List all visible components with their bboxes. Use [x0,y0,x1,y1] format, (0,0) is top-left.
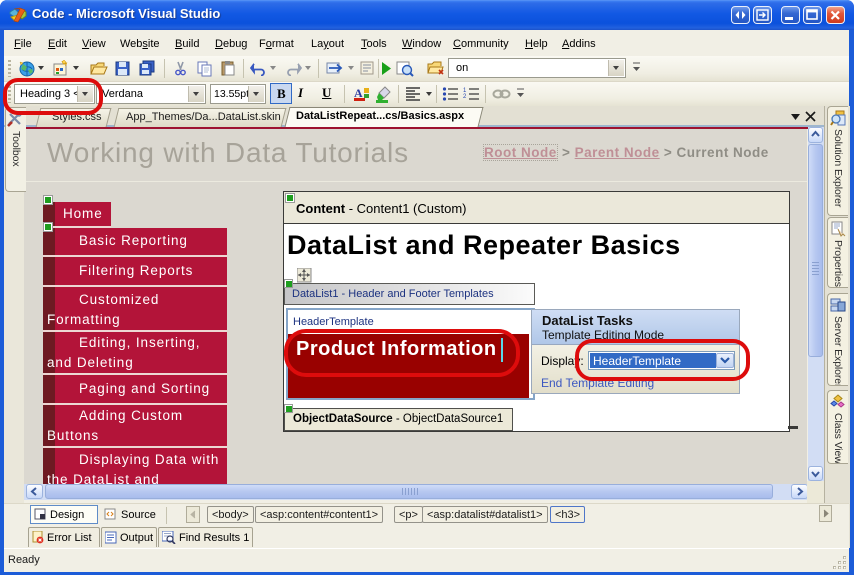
svg-text:A: A [354,86,363,100]
svg-text:2: 2 [463,94,467,100]
